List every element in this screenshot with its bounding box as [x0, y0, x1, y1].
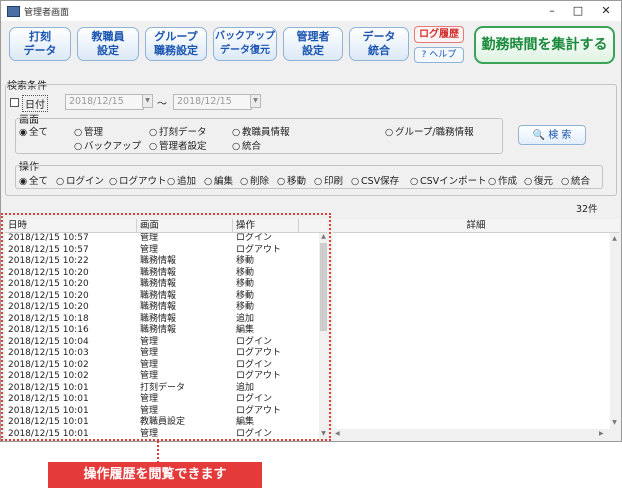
backup-restore-button[interactable]: バックアップ データ復元	[213, 27, 277, 61]
group-duty-settings-button[interactable]: グループ 職務設定	[145, 27, 207, 61]
detail-scroll-left-arrow-icon[interactable]: ◀	[335, 429, 340, 439]
screen-option-punch-data[interactable]: ○ 打刻データ	[149, 124, 207, 138]
help-button[interactable]: ? ヘルプ	[414, 47, 464, 63]
date-checkbox[interactable]	[10, 98, 19, 107]
operation-option-all[interactable]: ◉ 全て	[19, 173, 48, 187]
callout-label: 操作履歴を閲覧できます	[48, 462, 262, 488]
result-count: 32件	[576, 204, 598, 215]
admin-settings-button[interactable]: 管理者 設定	[283, 27, 343, 61]
aggregate-hours-button[interactable]: 勤務時間を集計する	[474, 26, 615, 64]
date-to-input[interactable]: 2018/12/15	[173, 94, 252, 110]
detail-table-body	[333, 233, 610, 429]
detail-scroll-up-arrow-icon[interactable]: ▲	[611, 235, 618, 242]
detail-scroll-down-arrow-icon[interactable]: ▼	[611, 419, 618, 426]
screen-option-backup[interactable]: ○ バックアップ	[74, 138, 141, 152]
operation-option-print[interactable]: ○ 印刷	[314, 173, 343, 187]
search-button[interactable]: 🔍 検 索	[518, 125, 586, 145]
date-from-dropdown-icon[interactable]: ▼	[142, 94, 153, 108]
date-range-tilde: ～	[157, 99, 167, 110]
operation-option-login[interactable]: ○ ログイン	[56, 173, 104, 187]
operation-option-edit[interactable]: ○ 編集	[204, 173, 233, 187]
operation-option-csv-save[interactable]: ○ CSV保存	[351, 173, 399, 187]
operation-option-create[interactable]: ○ 作成	[488, 173, 517, 187]
screen-option-group-duty[interactable]: ○ グループ/職務情報	[385, 124, 474, 138]
punch-data-button[interactable]: 打刻 データ	[9, 27, 71, 61]
date-to-dropdown-icon[interactable]: ▼	[250, 94, 261, 108]
search-icon: 🔍	[532, 130, 546, 141]
toolbar: 打刻 データ 教職員 設定 グループ 職務設定 バックアップ データ復元 管理者 設定 デ…	[1, 23, 621, 71]
screen-option-admin-settings[interactable]: ○ 管理者設定	[149, 138, 207, 152]
minimize-button[interactable]: –	[539, 2, 565, 20]
detail-vertical-scrollbar[interactable]: ▲ ▼	[610, 233, 619, 429]
data-merge-button[interactable]: データ 統合	[349, 27, 409, 61]
log-history-button[interactable]: ログ履歴	[414, 26, 464, 43]
app-icon	[7, 6, 20, 17]
operation-option-delete[interactable]: ○ 削除	[240, 173, 269, 187]
window-title: 管理者画面	[24, 8, 70, 18]
close-button[interactable]: ✕	[593, 2, 619, 20]
operation-option-restore[interactable]: ○ 復元	[524, 173, 553, 187]
operation-option-csv-import[interactable]: ○ CSVインポート	[410, 173, 487, 187]
callout-connector	[157, 441, 159, 463]
screen-option-all[interactable]: ◉ 全て	[19, 124, 48, 138]
maximize-button[interactable]: □	[565, 2, 591, 20]
operation-option-logout[interactable]: ○ ログアウト	[109, 173, 167, 187]
operation-option-move[interactable]: ○ 移動	[277, 173, 306, 187]
detail-horizontal-scrollbar[interactable]: ◀ ▶	[333, 429, 610, 439]
screen-option-admin[interactable]: ○ 管理	[74, 124, 103, 138]
screen-option-merge[interactable]: ○ 統合	[232, 138, 261, 152]
date-label: 日付	[22, 95, 48, 112]
screen-option-staff-info[interactable]: ○ 教職員情報	[232, 124, 290, 138]
detail-table-header[interactable]: 詳細	[333, 219, 619, 233]
operation-option-add[interactable]: ○ 追加	[167, 173, 196, 187]
date-from-input[interactable]: 2018/12/15	[65, 94, 144, 110]
highlight-frame	[1, 213, 331, 441]
operation-option-merge[interactable]: ○ 統合	[561, 173, 590, 187]
title-bar: 管理者画面 – □ ✕	[1, 1, 621, 21]
staff-settings-button[interactable]: 教職員 設定	[77, 27, 139, 61]
detail-scroll-right-arrow-icon[interactable]: ▶	[599, 429, 604, 439]
